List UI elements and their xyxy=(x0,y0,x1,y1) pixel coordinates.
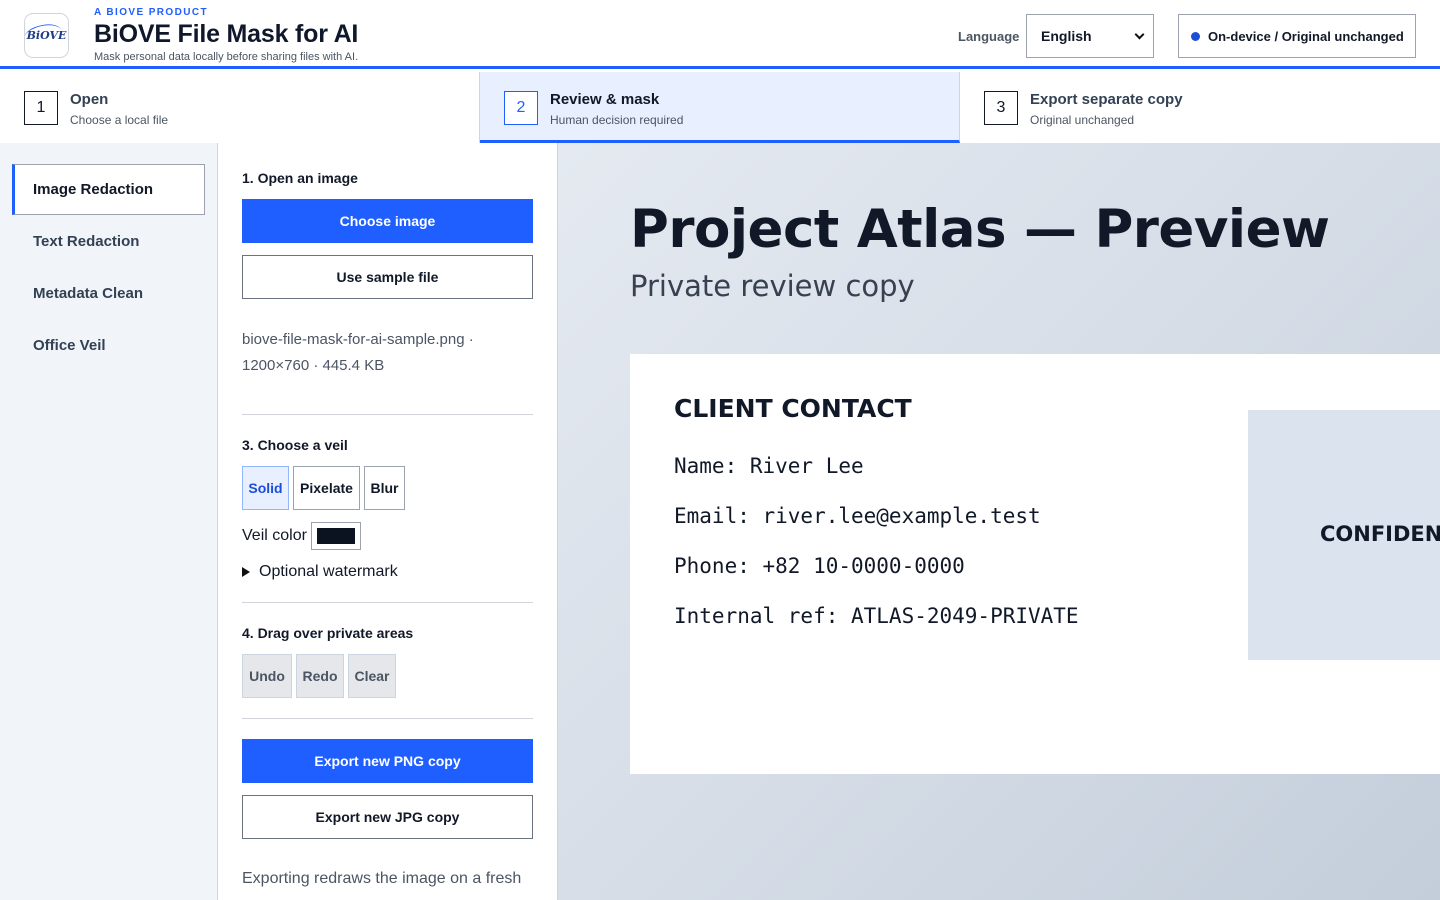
confidential-stamp: CONFIDENTIAL xyxy=(1248,410,1440,660)
choose-image-button[interactable]: Choose image xyxy=(242,199,533,243)
workflow-stepper: 1 Open Choose a local file 2 Review & ma… xyxy=(0,72,1440,143)
sidebar-item-text-redaction[interactable]: Text Redaction xyxy=(12,216,205,267)
chevron-down-icon xyxy=(1134,29,1145,39)
logo-wordmark: BiOVE xyxy=(26,29,67,42)
contact-email-line: Email: river.lee@example.test xyxy=(674,504,1041,528)
client-contact-card: CLIENT CONTACT Name: River Lee Email: ri… xyxy=(630,354,1440,774)
step-number: 2 xyxy=(504,91,538,125)
open-image-heading: 1. Open an image xyxy=(242,170,358,186)
brand-overline: A BIOVE PRODUCT xyxy=(94,7,208,18)
step-title: Review & mask xyxy=(550,91,660,108)
optional-watermark-toggle[interactable]: Optional watermark xyxy=(242,563,398,581)
sidebar-item-office-veil[interactable]: Office Veil xyxy=(12,320,205,371)
use-sample-file-button[interactable]: Use sample file xyxy=(242,255,533,299)
step-title: Open xyxy=(70,91,109,108)
step-number: 1 xyxy=(24,91,58,125)
step-subtitle: Original unchanged xyxy=(1030,113,1135,127)
controls-panel: 1. Open an image Choose image Use sample… xyxy=(218,143,558,900)
biove-logo: BiOVE xyxy=(24,13,69,58)
veil-solid-button[interactable]: Solid xyxy=(242,466,289,510)
undo-button[interactable]: Undo xyxy=(242,654,292,698)
redo-button[interactable]: Redo xyxy=(296,654,344,698)
step-export[interactable]: 3 Export separate copy Original unchange… xyxy=(960,72,1440,143)
disclosure-triangle-icon xyxy=(242,567,250,577)
section-divider xyxy=(242,718,533,719)
confidential-label: CONFIDENTIAL xyxy=(1320,522,1440,546)
step-open[interactable]: 1 Open Choose a local file xyxy=(0,72,480,143)
privacy-status-badge: On-device / Original unchanged xyxy=(1178,14,1416,58)
status-dot-icon xyxy=(1191,31,1200,41)
language-select[interactable]: English xyxy=(1026,14,1154,58)
preview-subtitle: Private review copy xyxy=(630,269,915,303)
preview-title: Project Atlas — Preview xyxy=(630,199,1330,260)
sidebar-item-image-redaction[interactable]: Image Redaction xyxy=(12,164,205,215)
veil-blur-button[interactable]: Blur xyxy=(364,466,405,510)
export-png-button[interactable]: Export new PNG copy xyxy=(242,739,533,783)
contact-name-line: Name: River Lee xyxy=(674,454,864,478)
drag-areas-heading: 4. Drag over private areas xyxy=(242,625,414,641)
export-footnote: Exporting redraws the image on a fresh xyxy=(242,870,522,887)
veil-pixelate-button[interactable]: Pixelate xyxy=(293,466,360,510)
step-title: Export separate copy xyxy=(1030,91,1183,108)
app-subtitle: Mask personal data locally before sharin… xyxy=(94,51,359,63)
sidebar-item-metadata-clean[interactable]: Metadata Clean xyxy=(12,268,205,319)
veil-color-picker[interactable] xyxy=(311,522,361,550)
step-number: 3 xyxy=(984,91,1018,125)
status-text: On-device / Original unchanged xyxy=(1208,28,1404,44)
file-info-text: biove-file-mask-for-ai-sample.png · 1200… xyxy=(242,331,474,374)
image-preview-canvas[interactable]: Project Atlas — Preview Private review c… xyxy=(558,143,1440,900)
contact-phone-line: Phone: +82 10-0000-0000 xyxy=(674,554,965,578)
client-contact-heading: CLIENT CONTACT xyxy=(674,394,912,423)
app-header: BiOVE A BIOVE PRODUCT BiOVE File Mask fo… xyxy=(0,0,1440,69)
clear-button[interactable]: Clear xyxy=(348,654,396,698)
step-review-mask[interactable]: 2 Review & mask Human decision required xyxy=(480,72,960,143)
step-subtitle: Choose a local file xyxy=(70,113,169,127)
veil-color-label: Veil color xyxy=(242,527,307,544)
veil-color-swatch xyxy=(317,528,355,544)
language-value: English xyxy=(1041,28,1092,44)
section-divider xyxy=(242,414,533,415)
choose-veil-heading: 3. Choose a veil xyxy=(242,437,348,453)
section-divider xyxy=(242,602,533,603)
step-subtitle: Human decision required xyxy=(550,113,684,127)
contact-ref-line: Internal ref: ATLAS-2049-PRIVATE xyxy=(674,604,1079,628)
tool-sidebar: Image Redaction Text Redaction Metadata … xyxy=(0,143,218,900)
language-label: Language xyxy=(958,29,1020,44)
watermark-label: Optional watermark xyxy=(259,563,398,580)
app-title: BiOVE File Mask for AI xyxy=(94,20,359,48)
export-jpg-button[interactable]: Export new JPG copy xyxy=(242,795,533,839)
